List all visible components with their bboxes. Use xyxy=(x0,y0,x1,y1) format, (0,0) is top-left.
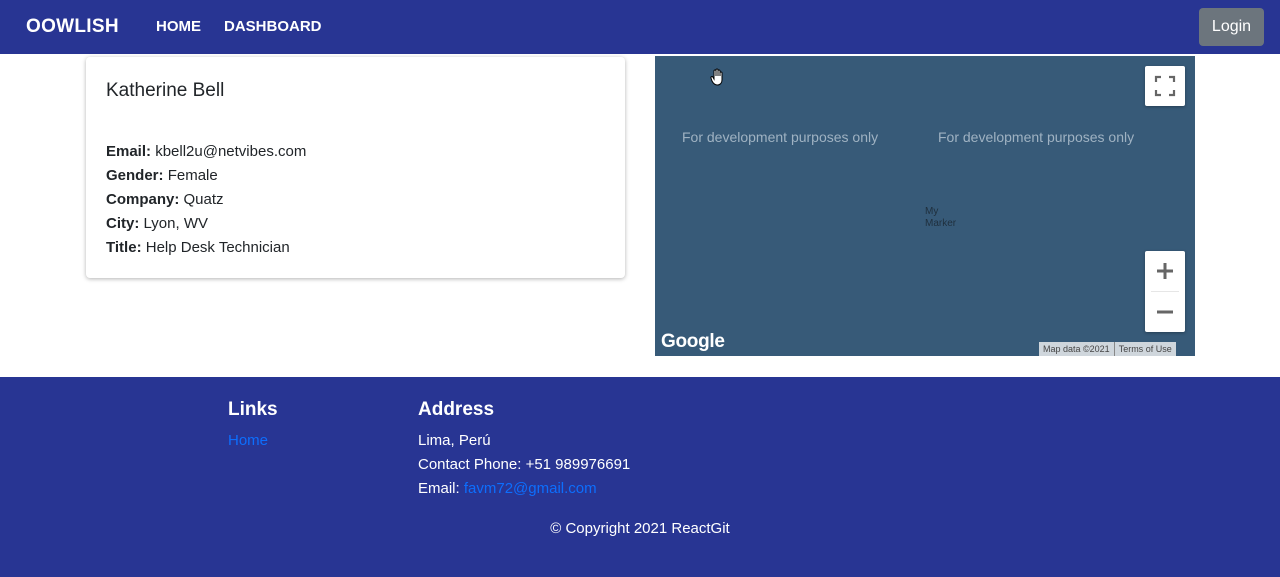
footer-email-row: Email: favm72@gmail.com xyxy=(418,477,630,501)
zoom-in-button[interactable] xyxy=(1145,251,1185,291)
field-label: Gender: xyxy=(106,167,164,184)
terms-link[interactable]: Terms of Use xyxy=(1115,342,1176,356)
profile-name: Katherine Bell xyxy=(106,80,225,101)
map-view[interactable]: For development purposes only For develo… xyxy=(655,56,1195,356)
footer-email-link[interactable]: favm72@gmail.com xyxy=(464,480,597,497)
fullscreen-icon xyxy=(1154,75,1176,97)
profile-info: Email: kbell2u@netvibes.com Gender: Fema… xyxy=(106,140,306,260)
footer-phone: Contact Phone: +51 989976691 xyxy=(418,456,631,473)
brand-logo[interactable]: OOWLISH xyxy=(26,16,119,38)
minus-icon xyxy=(1157,310,1173,314)
profile-card: Katherine Bell Email: kbell2u@netvibes.c… xyxy=(86,57,625,278)
field-value: Help Desk Technician xyxy=(145,239,290,256)
footer-home-link[interactable]: Home xyxy=(228,432,268,449)
fullscreen-button[interactable] xyxy=(1145,66,1185,106)
field-value: Lyon, WV xyxy=(143,215,208,232)
navbar: OOWLISH HOME DASHBOARD Login xyxy=(0,0,1280,54)
profile-gender-row: Gender: Female xyxy=(106,164,306,188)
footer-email-label: Email: xyxy=(418,480,460,497)
dev-notice: For development purposes only xyxy=(682,129,879,145)
footer: Links Home Address Lima, Perú Contact Ph… xyxy=(0,377,1280,577)
field-label: Company: xyxy=(106,191,180,208)
zoom-out-button[interactable] xyxy=(1145,292,1185,332)
dev-notice: For development purposes only xyxy=(938,129,1135,145)
map-data-text: Map data ©2021 xyxy=(1043,344,1110,354)
field-label: Email: xyxy=(106,143,152,160)
footer-links-heading: Links xyxy=(228,399,278,420)
copyright: © Copyright 2021 ReactGit xyxy=(550,520,730,537)
hand-cursor-icon xyxy=(710,68,726,91)
zoom-control xyxy=(1145,251,1185,332)
field-label: Title: xyxy=(106,239,142,256)
field-value: kbell2u@netvibes.com xyxy=(155,143,307,160)
google-logo[interactable]: Google xyxy=(661,331,725,353)
field-value: Female xyxy=(167,167,218,184)
profile-city-row: City: Lyon, WV xyxy=(106,212,306,236)
login-button[interactable]: Login xyxy=(1199,8,1264,46)
map-attribution: Map data ©2021 Terms of Use xyxy=(1039,342,1176,356)
field-value: Quatz xyxy=(183,191,224,208)
plus-icon xyxy=(1157,263,1173,279)
profile-email-row: Email: kbell2u@netvibes.com xyxy=(106,140,306,164)
profile-title-row: Title: Help Desk Technician xyxy=(106,236,306,260)
field-label: City: xyxy=(106,215,140,232)
map-marker-label[interactable]: My Marker xyxy=(925,206,965,230)
nav-home-link[interactable]: HOME xyxy=(156,18,201,35)
nav-dashboard-link[interactable]: DASHBOARD xyxy=(224,18,322,35)
footer-address: Lima, Perú Contact Phone: +51 989976691 … xyxy=(418,429,630,501)
footer-location: Lima, Perú xyxy=(418,432,491,449)
footer-address-heading: Address xyxy=(418,399,495,420)
profile-company-row: Company: Quatz xyxy=(106,188,306,212)
